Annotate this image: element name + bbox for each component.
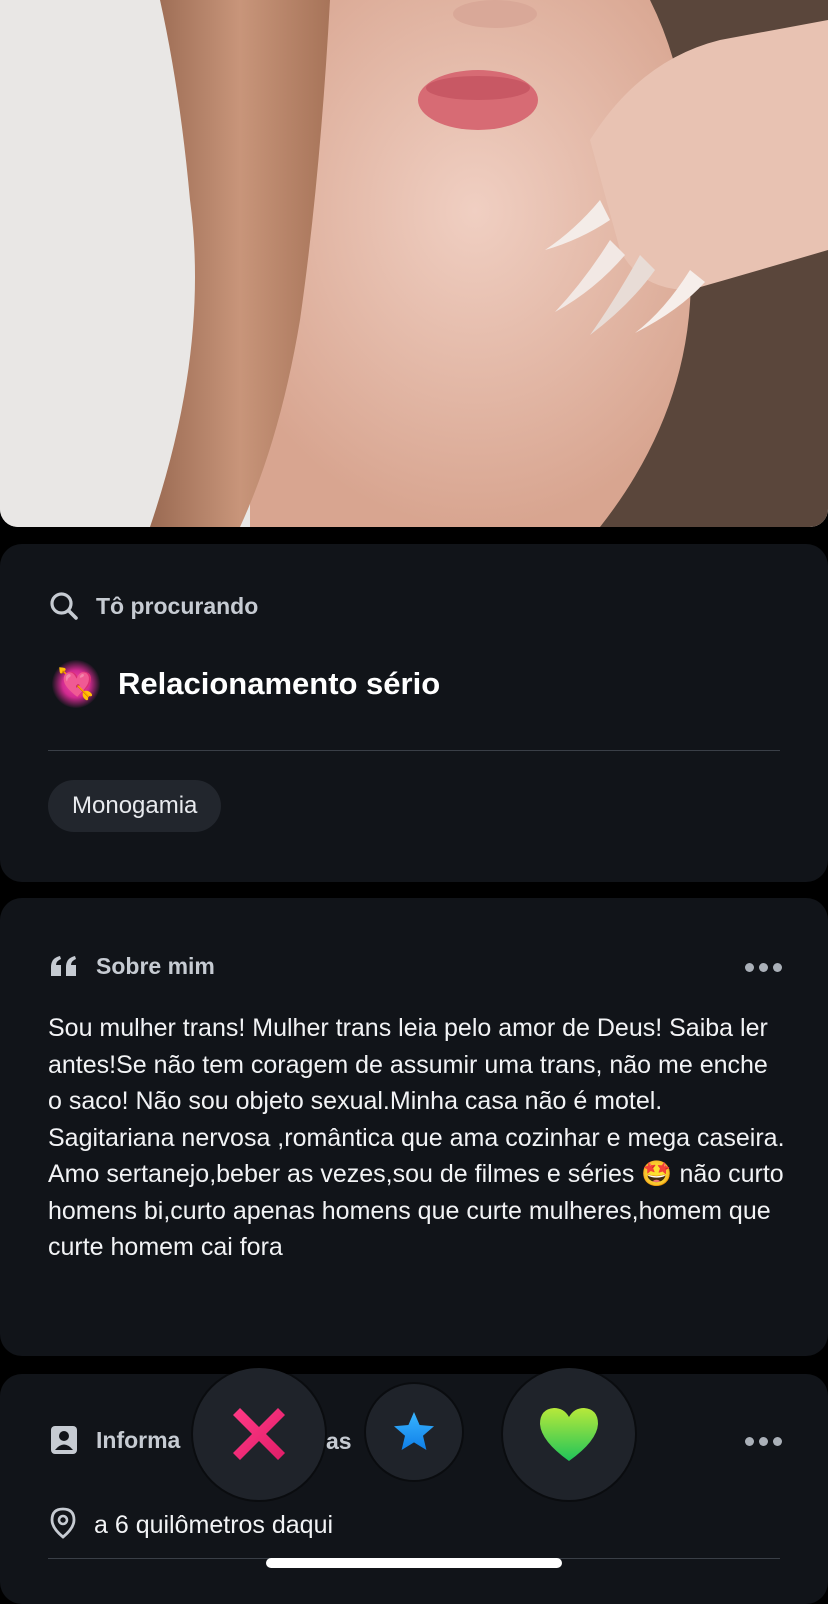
monogamy-chip: Monogamia	[48, 780, 222, 832]
nope-button[interactable]	[193, 1368, 325, 1500]
more-dots-icon[interactable]	[745, 1437, 782, 1446]
info-header: Informa	[48, 1424, 180, 1456]
relationship-goal-value: Relacionamento sério	[118, 666, 441, 701]
search-icon	[48, 590, 80, 622]
close-icon	[233, 1408, 285, 1460]
star-icon	[394, 1412, 434, 1450]
profile-photo[interactable]	[0, 0, 828, 527]
divider	[48, 750, 780, 751]
info-heading-left: Informa	[96, 1426, 181, 1453]
heart-icon	[540, 1408, 598, 1461]
location-row: a 6 quilômetros daqui	[48, 1507, 333, 1544]
looking-for-heading: Tô procurando	[96, 592, 259, 619]
distance-text: a 6 quilômetros daqui	[94, 1511, 334, 1539]
cupid-heart-icon: 💘	[52, 660, 100, 708]
about-header: Sobre mim	[48, 950, 215, 982]
looking-for-header: Tô procurando	[48, 590, 258, 622]
starstruck-emoji: 🤩	[641, 1160, 673, 1188]
home-indicator[interactable]	[266, 1558, 562, 1568]
quote-icon	[48, 950, 80, 982]
info-heading-right: as	[326, 1428, 352, 1454]
relationship-goal: 💘 Relacionamento sério	[52, 660, 440, 708]
bio-text: Sou mulher trans! Mulher trans leia pelo…	[48, 1010, 788, 1266]
about-heading: Sobre mim	[96, 952, 215, 979]
id-card-icon	[48, 1424, 80, 1456]
super-like-button[interactable]	[366, 1384, 462, 1480]
like-button[interactable]	[503, 1368, 635, 1500]
location-pin-icon	[48, 1507, 78, 1544]
profile-photo-art	[0, 0, 828, 527]
more-dots-icon[interactable]	[745, 963, 782, 972]
